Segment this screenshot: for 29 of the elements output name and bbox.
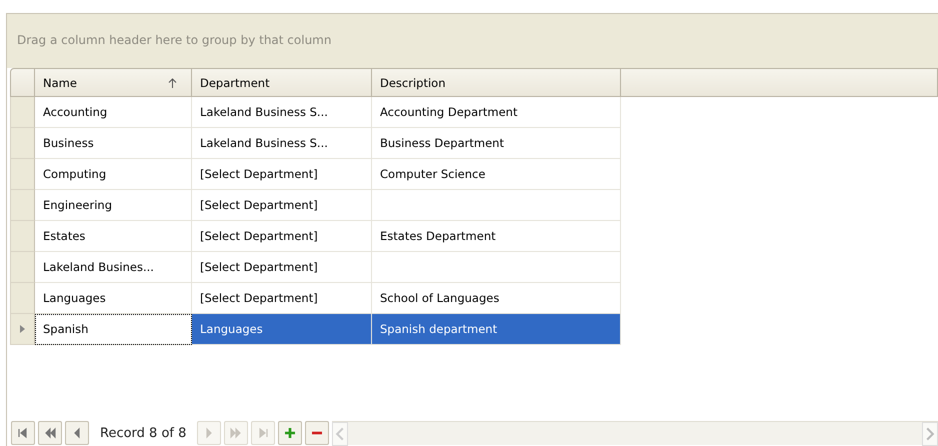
double-right-arrow-icon — [230, 427, 242, 439]
horizontal-scrollbar[interactable] — [332, 421, 938, 445]
double-left-arrow-icon — [44, 427, 56, 439]
row-indicator[interactable] — [10, 97, 35, 128]
scroll-right-icon[interactable] — [922, 422, 938, 446]
navigator-button[interactable] — [305, 421, 330, 445]
row-indicator[interactable] — [10, 221, 35, 252]
row-indicator[interactable] — [10, 252, 35, 283]
table-cell: Spanish department — [372, 314, 621, 345]
header-indicator — [10, 68, 35, 97]
skip-last-icon — [257, 427, 270, 439]
navigator-button[interactable] — [11, 421, 35, 445]
navigator-button[interactable] — [38, 421, 62, 445]
navigator-button[interactable] — [278, 421, 302, 445]
current-row-icon — [20, 325, 25, 333]
column-header[interactable]: Description — [372, 68, 621, 97]
row-indicator[interactable] — [10, 159, 35, 190]
plus-icon — [284, 427, 296, 439]
skip-first-icon — [17, 427, 29, 439]
record-counter: Record 8 of 8 — [99, 426, 188, 440]
row-indicator[interactable] — [10, 314, 35, 345]
navigator-button[interactable] — [65, 421, 89, 445]
table-cell: Languages — [192, 314, 372, 345]
row-indicator[interactable] — [10, 128, 35, 159]
column-header[interactable]: Name — [35, 68, 192, 97]
row-indicator[interactable] — [10, 190, 35, 221]
column-header[interactable]: Department — [192, 68, 372, 97]
row-indicator[interactable] — [10, 283, 35, 314]
group-panel-hint: Drag a column header here to group by that column — [17, 33, 332, 47]
